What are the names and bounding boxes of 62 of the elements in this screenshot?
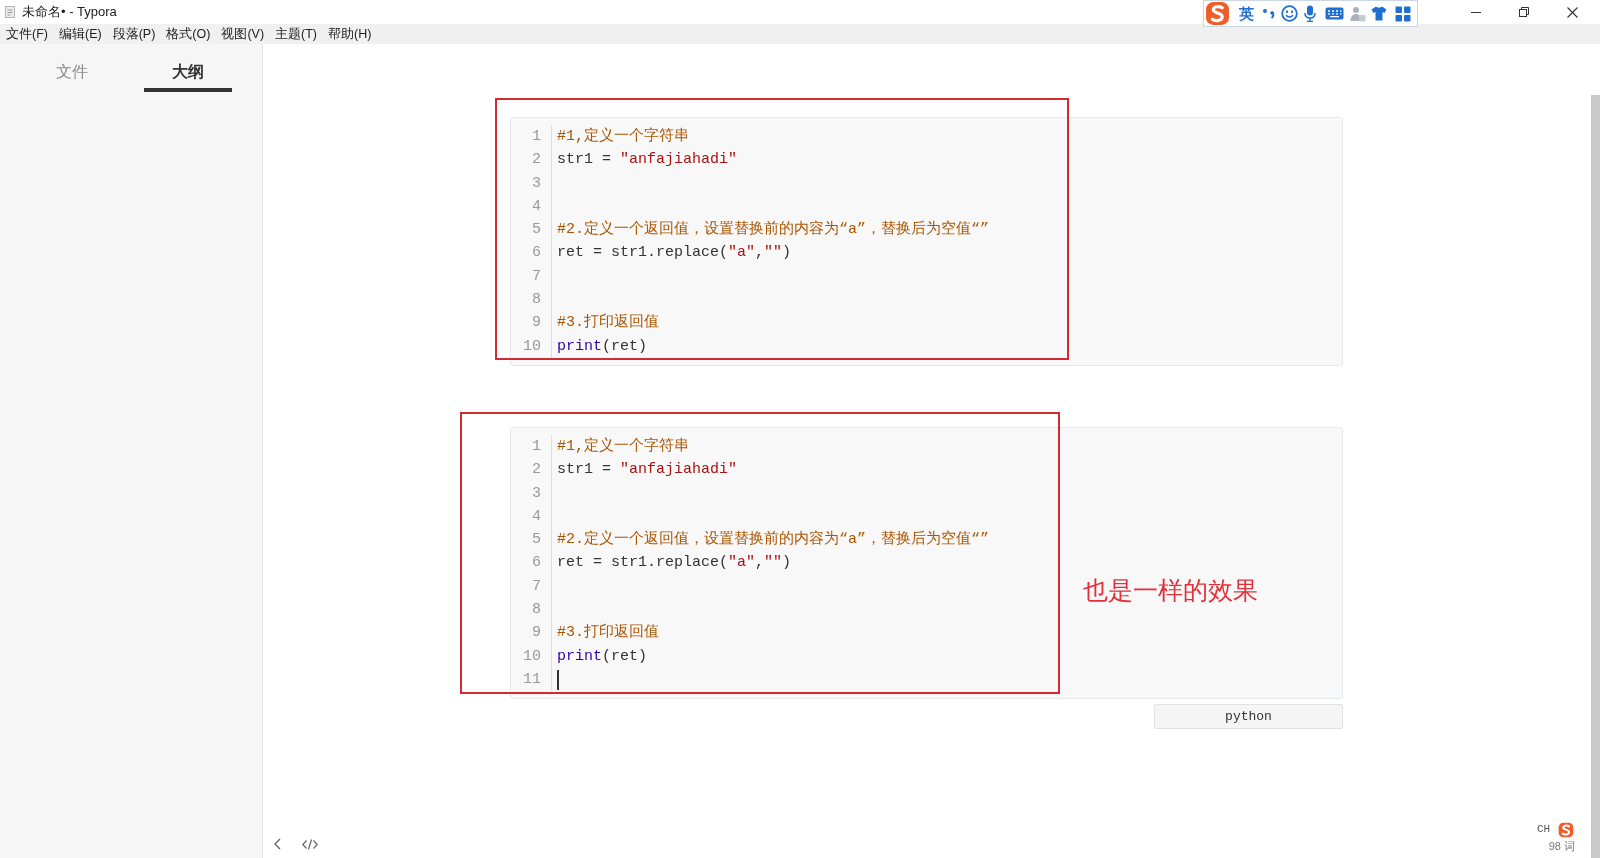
- punctuation-icon[interactable]: [1262, 7, 1276, 20]
- line-number: 3: [532, 173, 541, 194]
- line-number: 1: [532, 436, 541, 457]
- code-line: ret = str1.replace("a",""): [557, 553, 793, 574]
- line-number: 4: [532, 506, 541, 527]
- code-line: #1,定义一个字符串: [557, 436, 690, 457]
- menu-item[interactable]: 编辑(E): [58, 27, 102, 41]
- menu-item[interactable]: 帮助(H): [328, 27, 372, 41]
- line-number: 4: [532, 196, 541, 217]
- line-number: 9: [532, 313, 541, 334]
- app-icon: [5, 6, 15, 18]
- line-number: 10: [523, 646, 541, 667]
- line-number: 2: [532, 460, 541, 481]
- menu-item[interactable]: 格式(O): [166, 27, 211, 41]
- line-number: 10: [523, 336, 541, 357]
- ime-status: CH: [1537, 823, 1551, 836]
- code-line: str1 = "anfajiahadi": [557, 150, 739, 171]
- chevron-left-icon[interactable]: [274, 838, 281, 850]
- line-number: 9: [532, 623, 541, 644]
- line-number: 8: [532, 290, 541, 311]
- line-number: 6: [532, 243, 541, 264]
- line-number: 5: [532, 220, 541, 241]
- minimize-icon: [1471, 11, 1481, 13]
- code-line: #2.定义一个返回值，设置替换前的内容为“a”，替换后为空值“”: [557, 219, 990, 241]
- line-number: 3: [532, 483, 541, 504]
- logo-icon[interactable]: [1558, 822, 1574, 838]
- close-icon: [1566, 6, 1578, 18]
- restore-icon: [1519, 7, 1529, 17]
- line-number: 7: [532, 576, 541, 597]
- code-line: #1,定义一个字符串: [557, 126, 690, 147]
- scrollbar-thumb[interactable]: [1591, 95, 1600, 858]
- menu-item[interactable]: 视图(V): [221, 27, 265, 41]
- code-line: print(ret): [557, 336, 649, 357]
- code-icon[interactable]: [302, 838, 318, 850]
- line-number: 8: [532, 600, 541, 621]
- line-number: 1: [532, 127, 541, 147]
- line-number: 11: [523, 669, 541, 690]
- menu-item[interactable]: 主题(T): [275, 27, 317, 41]
- language-field[interactable]: python: [1154, 704, 1343, 730]
- line-number: 6: [532, 553, 541, 574]
- microphone-icon[interactable]: [1304, 5, 1316, 22]
- menu-item[interactable]: 段落(P): [112, 27, 156, 41]
- input-mode-toggle[interactable]: 英: [1239, 6, 1254, 21]
- logo-icon[interactable]: [1205, 1, 1230, 26]
- word-count: 98 词: [1548, 838, 1575, 854]
- code-line: str1 = "anfajiahadi": [557, 460, 739, 481]
- annotation-text: 也是一样的效果: [1083, 574, 1258, 605]
- window-title: 未命名• - Typora: [22, 3, 117, 22]
- code-line: #3.打印返回值: [557, 312, 660, 334]
- line-number: 2: [532, 150, 541, 171]
- sidebar-tab[interactable]: 大纲: [144, 56, 232, 92]
- code-line: print(ret): [557, 646, 649, 667]
- smiley-icon[interactable]: [1281, 5, 1298, 22]
- keyboard-icon[interactable]: [1325, 7, 1344, 20]
- code-line: #2.定义一个返回值，设置替换前的内容为“a”，替换后为空值“”: [557, 529, 990, 551]
- code-line: #3.打印返回值: [557, 622, 660, 644]
- line-number: 5: [532, 530, 541, 551]
- line-number: 7: [532, 266, 541, 287]
- shirt-icon[interactable]: [1371, 6, 1387, 21]
- grid-icon[interactable]: [1395, 5, 1411, 22]
- menu-item[interactable]: 文件(F): [6, 27, 48, 41]
- code-line: ret = str1.replace("a",""): [557, 243, 793, 264]
